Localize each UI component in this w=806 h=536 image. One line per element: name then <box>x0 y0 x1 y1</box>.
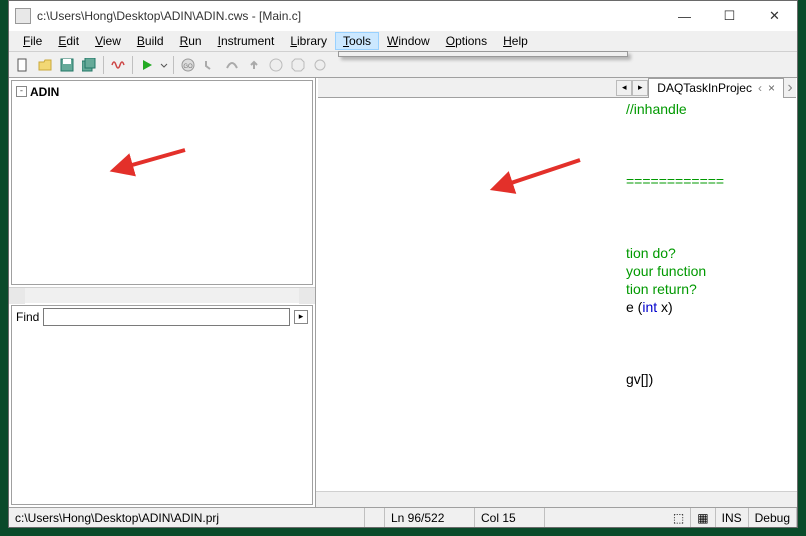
stepover-icon[interactable] <box>222 55 242 75</box>
close-button[interactable]: ✕ <box>752 1 797 31</box>
dropdown-icon[interactable] <box>159 55 169 75</box>
menu-window[interactable]: Window <box>379 32 438 50</box>
menu-instrument[interactable]: Instrument <box>210 32 283 50</box>
tree-label: ADIN <box>30 85 59 99</box>
code-line: gv[]) <box>626 371 653 387</box>
find-input[interactable] <box>43 308 290 326</box>
tree-hscroll[interactable] <box>9 287 315 303</box>
titlebar: c:\Users\Hong\Desktop\ADIN\ADIN.cws - [M… <box>9 1 797 31</box>
menu-help[interactable]: Help <box>495 32 536 50</box>
tab-close-icon[interactable]: × <box>768 81 775 95</box>
menu-library[interactable]: Library <box>282 32 335 50</box>
app-icon <box>15 8 31 24</box>
project-tree[interactable]: -ADIN <box>11 80 313 285</box>
stop-icon[interactable] <box>288 55 308 75</box>
stepout-icon[interactable] <box>244 55 264 75</box>
code-separator: ============ <box>626 173 724 189</box>
statusbar: c:\Users\Hong\Desktop\ADIN\ADIN.prj Ln 9… <box>9 507 797 527</box>
tab-label: DAQTaskInProjec <box>657 81 752 95</box>
menu-options[interactable]: Options <box>438 32 495 50</box>
menu-run[interactable]: Run <box>172 32 210 50</box>
svg-text:GO: GO <box>183 64 193 70</box>
menu-file[interactable]: File <box>15 32 50 50</box>
menu-edit[interactable]: Edit <box>50 32 87 50</box>
tab-prev-icon[interactable]: ◂ <box>616 80 632 96</box>
status-path: c:\Users\Hong\Desktop\ADIN\ADIN.prj <box>9 508 365 527</box>
code-line: your function <box>626 263 706 279</box>
tree-twist-icon[interactable]: - <box>16 86 27 97</box>
code-editor[interactable]: //inhandle ============ tion do? your fu… <box>316 78 797 491</box>
editor-tabbar: ◂ ▸ DAQTaskInProjec ‹ × › <box>318 78 796 98</box>
status-col: Col 15 <box>475 508 545 527</box>
find-pane: Find ▸ <box>11 305 313 505</box>
tab-prev[interactable]: ‹ <box>758 81 762 95</box>
status-sep <box>365 508 385 527</box>
code-comment: //inhandle <box>626 101 687 117</box>
maximize-button[interactable]: ☐ <box>707 1 752 31</box>
find-label: Find <box>16 310 39 324</box>
status-ln: Ln 96/522 <box>385 508 475 527</box>
right-panel: //inhandle ============ tion do? your fu… <box>316 78 797 507</box>
status-icon2[interactable]: ▦ <box>691 508 715 527</box>
save-button[interactable] <box>57 55 77 75</box>
status-ins[interactable]: INS <box>716 508 749 527</box>
code-line: tion return? <box>626 281 697 297</box>
find-go-icon[interactable]: ▸ <box>294 310 308 324</box>
menu-build[interactable]: Build <box>129 32 172 50</box>
menu-view[interactable]: View <box>87 32 129 50</box>
open-button[interactable] <box>35 55 55 75</box>
left-panel: -ADIN Find ▸ <box>9 78 316 507</box>
go-icon[interactable]: GO <box>178 55 198 75</box>
status-mode[interactable]: Debug <box>749 508 797 527</box>
wave-icon[interactable] <box>108 55 128 75</box>
annotation-arrow-2 <box>495 155 585 195</box>
tab-more-icon[interactable]: › <box>784 79 796 97</box>
tools-menu-dropdown <box>338 51 628 57</box>
annotation-arrow-1 <box>115 145 190 175</box>
minimize-button[interactable]: — <box>662 1 707 31</box>
break-icon[interactable] <box>310 55 330 75</box>
stepinto-icon[interactable] <box>200 55 220 75</box>
pause-icon[interactable] <box>266 55 286 75</box>
menu-tools[interactable]: Tools <box>335 32 379 50</box>
window-title: c:\Users\Hong\Desktop\ADIN\ADIN.cws - [M… <box>37 9 662 23</box>
tab-next-icon[interactable]: ▸ <box>632 80 648 96</box>
saveall-button[interactable] <box>79 55 99 75</box>
body: -ADIN Find ▸ //inhandle ============ tio… <box>9 78 797 507</box>
tree-item[interactable]: -ADIN <box>12 83 312 100</box>
new-button[interactable] <box>13 55 33 75</box>
code-line: tion do? <box>626 245 676 261</box>
editor-tab[interactable]: DAQTaskInProjec ‹ × <box>648 78 784 98</box>
editor-hscroll[interactable] <box>316 491 797 507</box>
run-button[interactable] <box>137 55 157 75</box>
menubar: FileEditViewBuildRunInstrumentLibraryToo… <box>9 31 797 52</box>
code-line: e (int x) <box>626 299 673 315</box>
status-icon1[interactable]: ⬚ <box>667 508 691 527</box>
